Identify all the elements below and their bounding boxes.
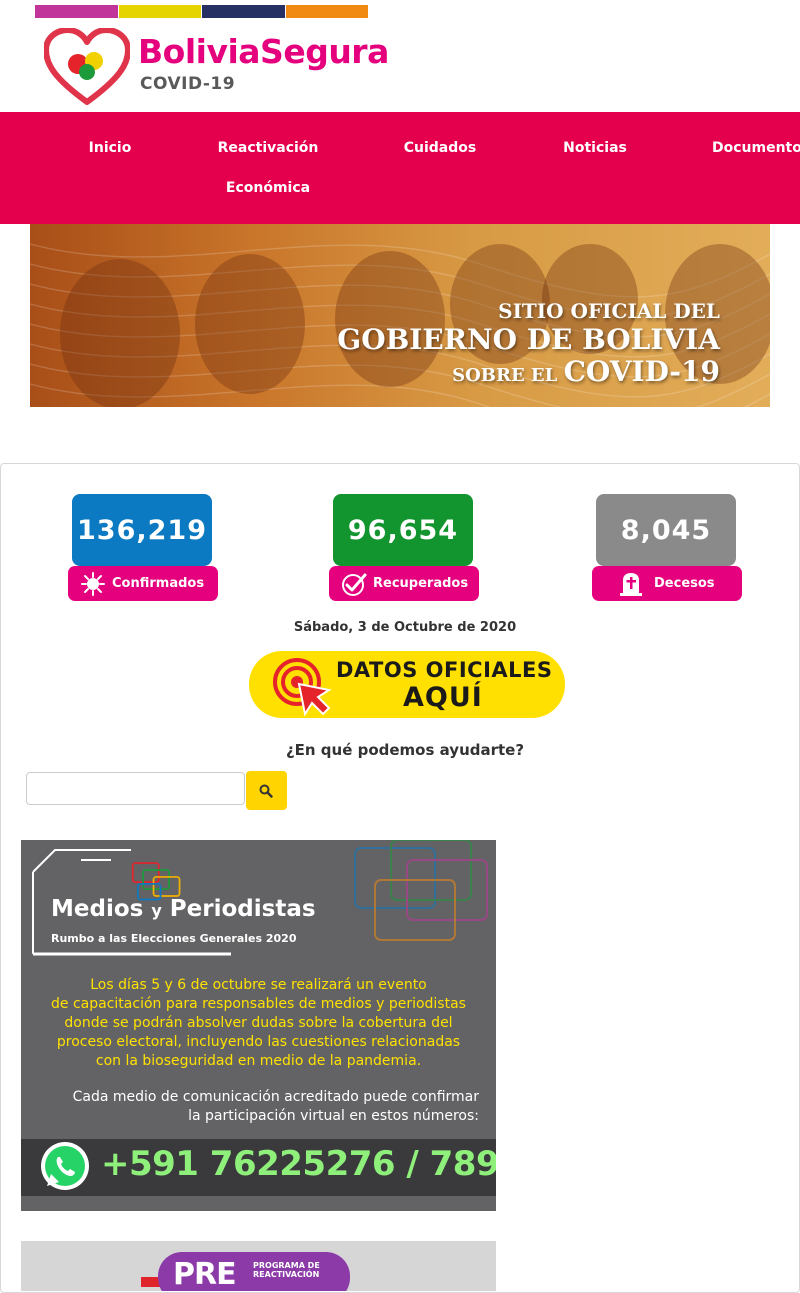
- hero-line3: SOBRE EL COVID-19: [337, 356, 720, 392]
- logo-subtitle: COVID-19: [140, 74, 236, 94]
- brand-color-bar: [35, 5, 368, 18]
- nav-item-documentos[interactable]: Documento: [712, 128, 800, 168]
- banner-note-line: la participación virtual en estos número…: [188, 1108, 479, 1124]
- banner-title: Medios y Periodistas: [51, 896, 316, 922]
- reactivacion-program-banner[interactable]: PRE PROGRAMA DE REACTIVACIÓN: [21, 1241, 496, 1291]
- banner-body-line: proceso electoral, incluyendo las cuesti…: [56, 1034, 461, 1050]
- grave-icon: [620, 573, 642, 596]
- logo-title: BoliviaSegura: [138, 32, 389, 71]
- help-heading: ¿En qué podemos ayudarte?: [285, 741, 525, 759]
- color-segment-navy: [202, 5, 285, 18]
- stat-decesos-label-pill: Decesos: [592, 566, 742, 601]
- banner-body: Los días 5 y 6 de octubre se realizará u…: [21, 976, 496, 1071]
- nav-item-reactivacion-line1[interactable]: Reactivación: [200, 128, 336, 168]
- datos-oficiales-line1: DATOS OFICIALES: [336, 658, 553, 682]
- banner2-program-line2: REACTIVACIÓN: [253, 1270, 320, 1279]
- nav-item-reactivacion-line2[interactable]: Económica: [200, 168, 336, 208]
- banner-title-c: Periodistas: [169, 896, 316, 922]
- stat-confirmados-label-pill: Confirmados: [68, 566, 218, 601]
- hero-line1: SITIO OFICIAL DEL: [498, 299, 720, 323]
- whatsapp-icon: [41, 1142, 89, 1190]
- logo-title-part2: Segura: [260, 32, 389, 71]
- banner-body-line: donde se podrán absolver dudas sobre la …: [64, 1015, 453, 1031]
- hero-line2: GOBIERNO DE BOLIVIA: [337, 323, 720, 356]
- nav-item-noticias[interactable]: Noticias: [550, 128, 640, 168]
- banner-body-line: de capacitación para responsables de med…: [51, 996, 466, 1012]
- color-segment-magenta: [35, 5, 118, 18]
- stat-recuperados-value: 96,654: [333, 494, 473, 566]
- banner2-acronym: PRE: [173, 1257, 237, 1291]
- chat-bubbles-large-graphic: [354, 840, 488, 941]
- hero-headline: SITIO OFICIAL DEL GOBIERNO DE BOLIVIA SO…: [337, 298, 720, 392]
- banner-note-line: Cada medio de comunicación acreditado pu…: [72, 1089, 479, 1105]
- nav-item-inicio[interactable]: Inicio: [80, 128, 140, 168]
- stat-confirmados-value: 136,219: [72, 494, 212, 566]
- banner-subtitle: Rumbo a las Elecciones Generales 2020: [51, 932, 297, 945]
- hero-line3-prefix: SOBRE EL: [452, 365, 558, 386]
- banner-body-line: con la bioseguridad en medio de la pande…: [95, 1053, 422, 1069]
- datos-oficiales-button[interactable]: DATOS OFICIALES AQUÍ: [249, 651, 565, 718]
- stat-recuperados[interactable]: 96,654 Recuperados: [329, 494, 479, 602]
- stat-confirmados-label: Confirmados: [112, 576, 205, 591]
- nav-item-cuidados[interactable]: Cuidados: [390, 128, 490, 168]
- stat-recuperados-label-pill: Recuperados: [329, 566, 479, 601]
- stat-decesos-value: 8,045: [596, 494, 736, 566]
- click-cursor-icon: [273, 658, 332, 716]
- logo-title-part1: Bolivia: [138, 32, 261, 71]
- checkmark-icon: [342, 573, 367, 596]
- banner-title-b: y: [151, 901, 162, 920]
- heart-logo-icon: [44, 28, 130, 105]
- banner2-program-name: PROGRAMA DE REACTIVACIÓN: [253, 1261, 320, 1279]
- search-input[interactable]: [26, 772, 245, 805]
- stat-decesos-label: Decesos: [654, 576, 715, 591]
- nav-item-reactivacion[interactable]: Reactivación Económica: [200, 128, 336, 208]
- datos-oficiales-line2: AQUÍ: [403, 682, 483, 713]
- site-logo[interactable]: BoliviaSegura COVID-19: [44, 28, 389, 106]
- stat-confirmados[interactable]: 136,219 Confirmados: [68, 494, 218, 602]
- main-nav: Inicio Reactivación Económica Cuidados N…: [0, 112, 800, 224]
- banner-note: Cada medio de comunicación acreditado pu…: [73, 1088, 479, 1126]
- banner-body-line: Los días 5 y 6 de octubre se realizará u…: [90, 977, 427, 993]
- search-button[interactable]: [246, 771, 287, 810]
- hero-line3-strong: COVID-19: [563, 355, 720, 388]
- stat-recuperados-label: Recuperados: [373, 576, 469, 591]
- virus-icon: [81, 572, 105, 596]
- stats-date: Sábado, 3 de Octubre de 2020: [293, 620, 517, 635]
- hero-banner: SITIO OFICIAL DEL GOBIERNO DE BOLIVIA SO…: [30, 224, 770, 407]
- banner-phone-numbers: +591 76225276 / 78932665: [101, 1144, 496, 1184]
- stat-decesos[interactable]: 8,045 Decesos: [592, 494, 742, 602]
- medios-periodistas-banner[interactable]: Medios y Periodistas Rumbo a las Eleccio…: [21, 840, 496, 1211]
- banner2-program-line1: PROGRAMA DE: [253, 1261, 320, 1270]
- search-icon: [259, 784, 273, 798]
- color-segment-yellow: [118, 5, 201, 18]
- color-segment-orange: [285, 5, 368, 18]
- banner-title-a: Medios: [51, 896, 144, 922]
